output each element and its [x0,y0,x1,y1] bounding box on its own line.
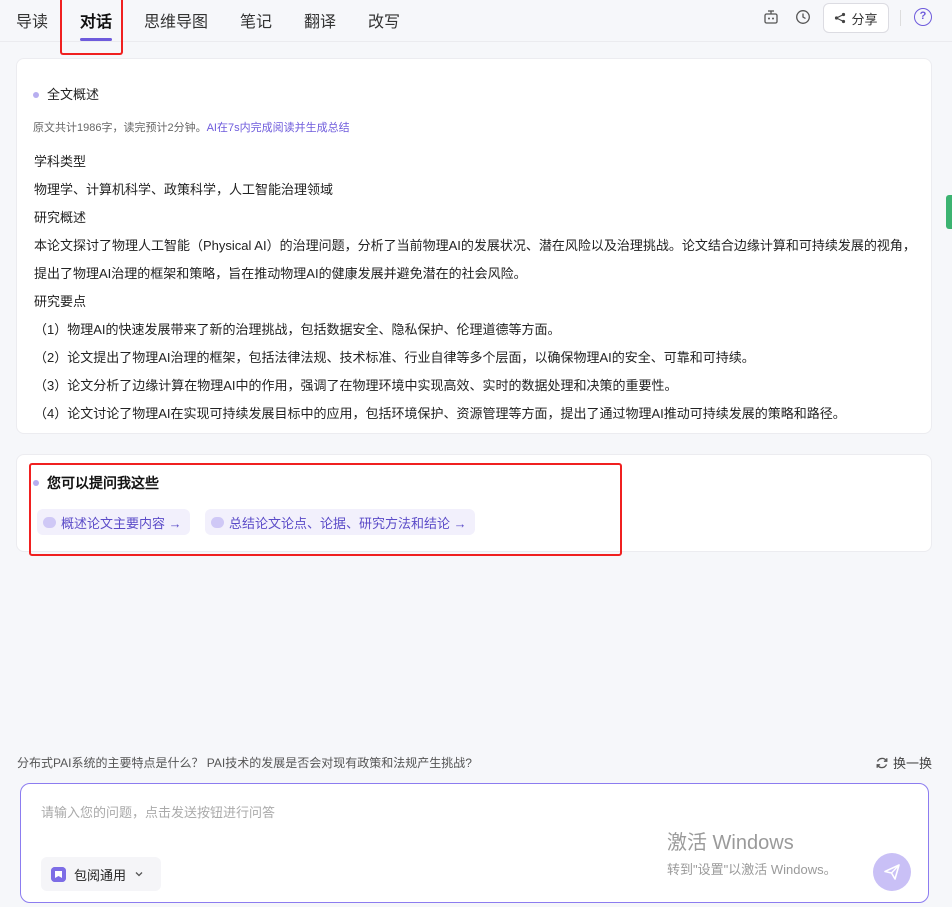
top-tab-bar: 导读 对话 思维导图 笔记 翻译 改写 分享 ? [0,0,952,42]
toolbar-divider [900,10,901,26]
question-input[interactable] [41,802,681,842]
summary-line: 研究要点 [34,294,87,309]
question-input-box: 包阅通用 [20,783,929,903]
summary-card: 全文概述 原文共计1986字，读完预计2分钟。AI在7s内完成阅读并生成总结 学… [16,58,932,434]
summary-line: 物理学、计算机科学、政策科学，人工智能治理领域 [34,182,334,197]
summary-section-title: 全文概述 [33,84,99,103]
tab-translate[interactable]: 翻译 [304,8,336,32]
summary-line: （2）论文提出了物理AI治理的框架，包括法律法规、技术标准、行业自律等多个层面，… [34,350,755,365]
share-button[interactable]: 分享 [823,3,889,33]
help-icon[interactable]: ? [914,8,932,26]
suggested-questions[interactable]: 分布式PAI系统的主要特点是什么？ PAI技术的发展是否会对现有政策和法规产生挑… [17,754,472,771]
stats-highlight: AI在7s内完成阅读并生成总结 [206,122,350,134]
bullet-dot [33,91,39,98]
send-plane-icon [884,864,900,880]
summary-line: （1）物理AI的快速发展带来了新的治理挑战，包括数据安全、隐私保护、伦理道德等方… [34,322,561,337]
tab-rewrite[interactable]: 改写 [368,8,400,32]
summary-line: 本论文探讨了物理人工智能（Physical AI）的治理问题，分析了当前物理AI… [34,238,916,281]
send-button[interactable] [873,853,911,891]
model-label: 包阅通用 [74,867,127,883]
summary-line: （4）论文讨论了物理AI在实现可持续发展目标中的应用，包括环境保护、资源管理等方… [34,406,846,421]
stats-text: 原文共计1986字，读完预计2分钟。 [33,122,207,134]
model-selector[interactable]: 包阅通用 [41,857,161,891]
summary-line: 研究概述 [34,210,87,225]
robot-icon[interactable] [762,9,780,27]
red-highlight-box-tab [60,0,123,55]
tab-notes[interactable]: 笔记 [240,8,272,32]
share-icon [835,12,846,24]
red-highlight-box-suggestions [29,463,622,556]
summary-stats: 原文共计1986字，读完预计2分钟。AI在7s内完成阅读并生成总结 [33,119,350,135]
refresh-label: 换一换 [893,756,933,771]
chevron-down-icon [135,872,143,877]
summary-line: 学科类型 [34,154,87,169]
summary-content: 学科类型 物理学、计算机科学、政策科学，人工智能治理领域 研究概述 本论文探讨了… [34,148,920,428]
refresh-icon [876,757,888,768]
refresh-button[interactable]: 换一换 [875,753,932,772]
summary-title-text: 全文概述 [47,87,100,102]
summary-line: （3）论文分析了边缘计算在物理AI中的作用，强调了在物理环境中实现高效、实时的数… [34,378,678,393]
scrollbar-thumb[interactable] [946,195,952,229]
share-label: 分享 [851,11,878,27]
tab-mindmap[interactable]: 思维导图 [144,8,208,32]
history-clock-icon[interactable] [794,9,812,27]
model-logo-icon [51,866,66,882]
tab-guide[interactable]: 导读 [16,8,48,32]
